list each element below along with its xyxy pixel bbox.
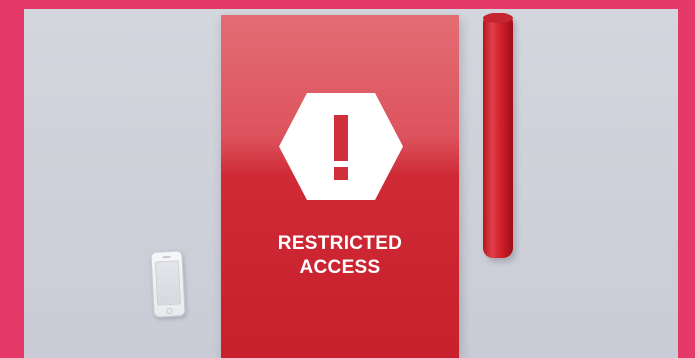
phone-speaker bbox=[162, 255, 171, 259]
phone-screen bbox=[154, 260, 182, 306]
poster-title-line1: RESTRICTED bbox=[277, 233, 403, 254]
rolled-poster-tube bbox=[483, 13, 513, 258]
pink-frame: RESTRICTED ACCESS bbox=[0, 0, 695, 358]
smartphone-icon bbox=[150, 250, 186, 318]
restricted-access-poster: RESTRICTED ACCESS bbox=[221, 15, 459, 358]
phone-home-button bbox=[166, 307, 173, 315]
exclamation-hexagon-icon bbox=[279, 93, 403, 200]
poster-title-line2: ACCESS bbox=[299, 257, 381, 278]
tube-end-cap bbox=[483, 13, 513, 23]
mockup-scene: RESTRICTED ACCESS bbox=[24, 9, 678, 358]
